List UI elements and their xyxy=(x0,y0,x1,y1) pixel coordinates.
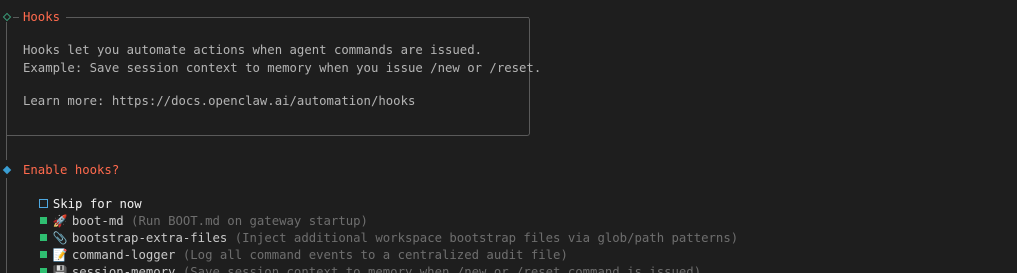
floppy-disk-icon: 💾 xyxy=(52,265,68,273)
option-name: session-memory xyxy=(71,265,176,273)
option-session-memory[interactable]: 💾 session-memory (Save session context to… xyxy=(25,247,701,273)
prompt-left-rail xyxy=(6,178,7,273)
hooks-learn-more[interactable]: Learn more: https://docs.openclaw.ai/aut… xyxy=(23,93,415,110)
hooks-example: Example: Save session context to memory … xyxy=(23,61,542,75)
box-left-border xyxy=(6,22,7,136)
option-description: (Save session context to memory when /ne… xyxy=(182,265,702,273)
checkbox-checked-icon xyxy=(39,268,47,273)
prompt-question: Enable hooks? xyxy=(23,163,120,177)
hooks-description: Hooks let you automate actions when agen… xyxy=(23,43,483,57)
active-step-icon xyxy=(2,165,12,175)
step-connector xyxy=(6,136,7,160)
